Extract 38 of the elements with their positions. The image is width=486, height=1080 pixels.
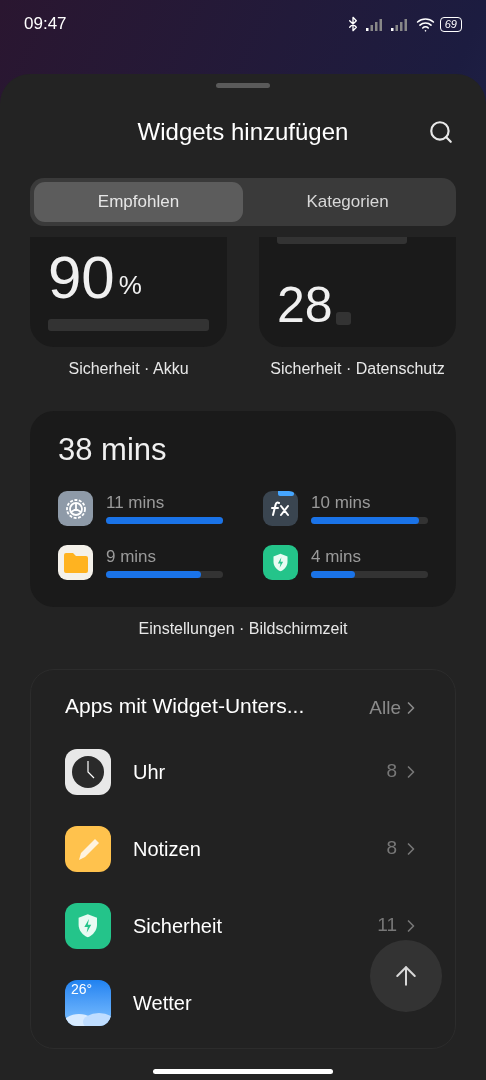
widget-count: 11 bbox=[377, 913, 397, 938]
screen-time-total: 38 mins bbox=[58, 431, 168, 469]
folder-icon bbox=[58, 545, 93, 580]
sheet-title: Widgets hinzufügen bbox=[137, 117, 349, 147]
clock-icon bbox=[65, 748, 111, 795]
section-title: Apps mit Widget-Unters... bbox=[65, 692, 305, 719]
formula-icon bbox=[263, 491, 298, 526]
notepad-icon bbox=[65, 825, 111, 872]
weather-icon: 26° bbox=[65, 979, 111, 1026]
app-name: Sicherheit bbox=[133, 913, 223, 939]
usage-time: 10 mins bbox=[311, 493, 372, 513]
see-all-link[interactable]: Alle bbox=[369, 694, 421, 723]
battery-indicator: 69 bbox=[439, 16, 462, 32]
app-name: Uhr bbox=[133, 759, 167, 785]
shield-icon bbox=[65, 902, 111, 949]
battery-widget[interactable]: 90% bbox=[30, 237, 227, 347]
drag-handle[interactable] bbox=[216, 83, 270, 88]
status-time: 09:47 bbox=[24, 13, 67, 36]
privacy-count: 28 bbox=[277, 280, 333, 330]
screen-time-widget[interactable]: 38 mins 11 mins 10 mins 9 mins 4 mins bbox=[30, 411, 456, 607]
widget-count: 8 bbox=[386, 759, 397, 784]
usage-time: 11 mins bbox=[106, 493, 166, 513]
widget-caption: Sicherheit · Akku bbox=[67, 359, 190, 379]
widget-count: 8 bbox=[386, 836, 397, 861]
placeholder-square bbox=[335, 312, 351, 325]
tab[interactable]: Empfohlen bbox=[34, 182, 243, 222]
widget-caption: Einstellungen · Bildschirmzeit bbox=[137, 619, 349, 639]
battery-percent: 90 bbox=[48, 247, 115, 309]
app-name: Notizen bbox=[133, 836, 202, 862]
usage-time: 9 mins bbox=[106, 547, 158, 567]
shield-icon bbox=[263, 545, 298, 580]
usage-time: 4 mins bbox=[311, 547, 363, 567]
gear-icon bbox=[58, 491, 93, 526]
tab[interactable]: Kategorien bbox=[243, 182, 452, 222]
widget-caption: Sicherheit · Datenschutz bbox=[269, 359, 446, 379]
percent-sign: % bbox=[118, 269, 142, 302]
privacy-widget[interactable]: 28 bbox=[259, 237, 456, 347]
app-name: Wetter bbox=[133, 990, 193, 1016]
